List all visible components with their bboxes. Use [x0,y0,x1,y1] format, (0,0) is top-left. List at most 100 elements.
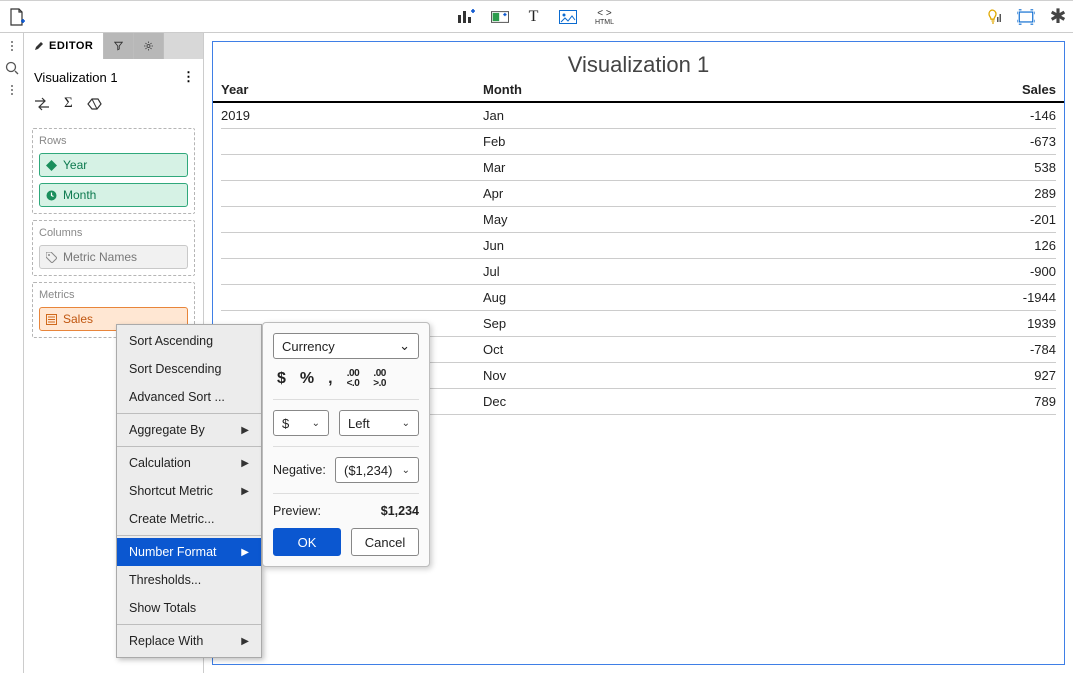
viz-name-label: Visualization 1 [34,70,118,85]
decrease-decimals-icon[interactable]: .00<.0 [347,369,360,389]
negative-label: Negative: [273,463,326,477]
cell-sales: -201 [966,212,1056,227]
rows-label: Rows [39,135,188,147]
ctx-calculation[interactable]: Calculation▶ [117,449,261,477]
add-text-icon[interactable]: T [525,8,543,26]
table-row: Apr289 [221,181,1056,207]
cell-year [221,212,483,227]
top-toolbar: T < > HTML ✱ [0,1,1073,33]
drag-handle-icon[interactable] [11,41,13,51]
ctx-replace-with[interactable]: Replace With▶ [117,627,261,655]
editor-small-toolbar: Σ [24,91,203,122]
responsive-layout-icon[interactable] [1017,8,1035,26]
currency-symbol-select[interactable]: $⌄ [273,410,329,436]
editor-tab[interactable]: EDITOR [24,33,104,59]
cell-sales: 927 [966,368,1056,383]
metric-context-menu: Sort Ascending Sort Descending Advanced … [116,324,262,658]
sigma-icon[interactable]: Σ [64,95,73,112]
filter-tab[interactable] [104,33,134,59]
metrics-label: Metrics [39,289,188,301]
asterisk-icon[interactable]: ✱ [1049,8,1067,26]
cell-year [221,238,483,253]
viz-more-icon[interactable]: ⋮ [182,69,195,85]
cell-sales: -784 [966,342,1056,357]
editor-tabs: EDITOR [24,33,203,59]
add-image-icon[interactable] [559,8,577,26]
add-container-icon[interactable] [491,8,509,26]
cell-sales: 789 [966,394,1056,409]
cell-month: Jan [483,108,966,123]
table-row: Jun126 [221,233,1056,259]
pencil-icon [34,41,44,51]
col-header-month[interactable]: Month [483,82,966,97]
ok-button[interactable]: OK [273,528,341,556]
chevron-right-icon: ▶ [241,425,249,436]
pill-metric-names[interactable]: Metric Names [39,245,188,269]
col-header-year[interactable]: Year [221,82,483,97]
cell-year [221,186,483,201]
preview-label: Preview: [273,504,321,518]
ctx-shortcut-metric[interactable]: Shortcut Metric▶ [117,477,261,505]
number-format-popover: Currency⌄ $ % , .00<.0 .00>.0 $⌄ Left⌄ N… [262,322,430,567]
columns-label: Columns [39,227,188,239]
format-dollar-icon[interactable]: $ [277,371,286,387]
increase-decimals-icon[interactable]: .00>.0 [373,369,386,389]
add-html-icon[interactable]: < > HTML [593,8,617,26]
table-row: 2019Jan-146 [221,103,1056,129]
format-type-select[interactable]: Currency⌄ [273,333,419,359]
left-rail [0,33,24,673]
gear-icon [144,40,153,52]
drag-handle-icon[interactable] [11,85,13,95]
ctx-adv-sort[interactable]: Advanced Sort ... [117,383,261,411]
metric-icon [46,314,57,325]
clock-icon [46,190,57,201]
cell-month: Oct [483,342,966,357]
rows-dropzone[interactable]: Rows Year Month [32,128,195,214]
negative-format-select[interactable]: ($1,234)⌄ [335,457,419,483]
format-percent-icon[interactable]: % [300,371,314,387]
ctx-create-metric[interactable]: Create Metric... [117,505,261,533]
ctx-show-totals[interactable]: Show Totals [117,594,261,622]
cell-sales: -900 [966,264,1056,279]
symbol-position-select[interactable]: Left⌄ [339,410,419,436]
eraser-icon[interactable] [87,98,102,110]
col-header-sales[interactable]: Sales [966,82,1056,97]
cell-sales: 289 [966,186,1056,201]
cell-month: Sep [483,316,966,331]
chevron-right-icon: ▶ [241,458,249,469]
cell-month: Dec [483,394,966,409]
cell-sales: -673 [966,134,1056,149]
ctx-thresholds[interactable]: Thresholds... [117,566,261,594]
cell-year: 2019 [221,108,483,123]
settings-tab[interactable] [134,33,164,59]
swap-axes-icon[interactable] [34,97,50,111]
ctx-sort-asc[interactable]: Sort Ascending [117,327,261,355]
ctx-aggregate-by[interactable]: Aggregate By▶ [117,416,261,444]
table-row: Aug-1944 [221,285,1056,311]
insight-icon[interactable] [985,8,1003,26]
ctx-sort-desc[interactable]: Sort Descending [117,355,261,383]
format-comma-icon[interactable]: , [328,371,332,387]
add-chart-icon[interactable] [457,8,475,26]
cell-year [221,290,483,305]
diamond-icon [46,160,57,171]
tag-icon [46,252,57,263]
cell-sales: 538 [966,160,1056,175]
pill-month[interactable]: Month [39,183,188,207]
cancel-button[interactable]: Cancel [351,528,419,556]
table-row: Jul-900 [221,259,1056,285]
search-icon[interactable] [5,61,19,75]
table-row: May-201 [221,207,1056,233]
columns-dropzone[interactable]: Columns Metric Names [32,220,195,276]
cell-year [221,264,483,279]
cell-month: Jul [483,264,966,279]
chevron-right-icon: ▶ [241,636,249,647]
pill-year[interactable]: Year [39,153,188,177]
chevron-right-icon: ▶ [241,547,249,558]
cell-year [221,134,483,149]
new-page-icon[interactable] [8,8,26,26]
viz-title: Visualization 1 [213,42,1064,82]
cell-year [221,160,483,175]
ctx-number-format[interactable]: Number Format▶ [117,538,261,566]
preview-value: $1,234 [381,504,419,518]
